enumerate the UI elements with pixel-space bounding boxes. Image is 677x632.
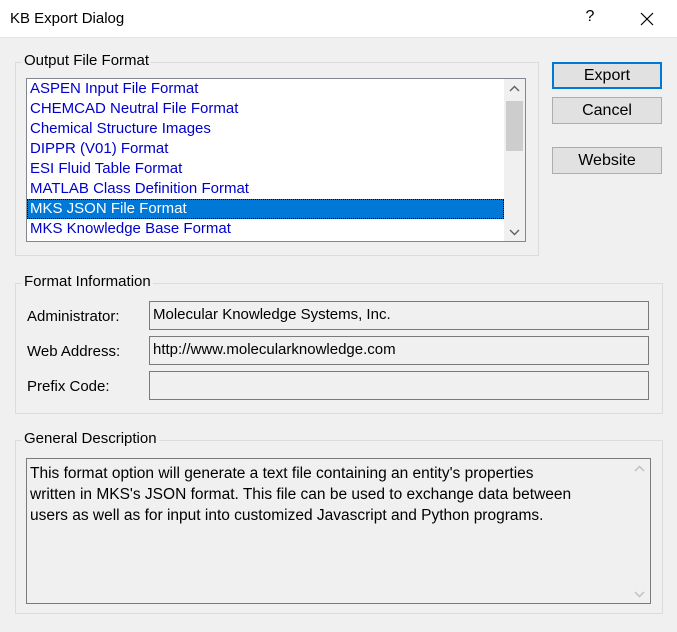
format-list-item[interactable]: CHEMCAD Neutral File Format [27,99,504,119]
chevron-up-icon [634,465,645,471]
format-list-item[interactable]: Chemical Structure Images [27,119,504,139]
description-scrollbar[interactable] [629,459,650,603]
format-info-group-label: Format Information [22,273,153,290]
prefix-code-label: Prefix Code: [27,378,110,395]
chevron-up-icon [509,85,520,91]
window-title: KB Export Dialog [10,10,125,27]
description-scroll-down-button[interactable] [629,585,650,603]
description-text: This format option will generate a text … [30,465,572,524]
scroll-thumb[interactable] [506,101,523,151]
format-list-item[interactable]: ESI Fluid Table Format [27,159,504,179]
help-button[interactable]: ? [583,8,597,26]
format-list-item[interactable]: MKS Knowledge Base Format [27,219,504,239]
description-textbox[interactable]: This format option will generate a text … [26,458,651,604]
format-list-scrollbar[interactable] [504,79,525,241]
format-list: ASPEN Input File Format CHEMCAD Neutral F… [27,79,504,239]
website-button[interactable]: Website [552,147,662,174]
format-list-item[interactable]: ASPEN Input File Format [27,79,504,99]
close-button[interactable] [633,5,661,33]
format-list-item[interactable]: MATLAB Class Definition Format [27,179,504,199]
administrator-field: Molecular Knowledge Systems, Inc. [149,301,649,330]
close-icon [640,12,654,26]
export-button[interactable]: Export [552,62,662,89]
web-address-label: Web Address: [27,343,121,360]
title-bar: KB Export Dialog ? [0,0,677,38]
cancel-button[interactable]: Cancel [552,97,662,124]
chevron-down-icon [634,591,645,597]
format-list-item[interactable]: DIPPR (V01) Format [27,139,504,159]
output-format-group-label: Output File Format [22,52,152,69]
description-scroll-up-button[interactable] [629,459,650,477]
chevron-down-icon [509,229,520,235]
format-list-item[interactable]: MKS JSON File Format [27,199,504,219]
web-address-field: http://www.molecularknowledge.com [149,336,649,365]
administrator-label: Administrator: [27,308,120,325]
prefix-code-field [149,371,649,400]
format-listbox[interactable]: ASPEN Input File Format CHEMCAD Neutral F… [26,78,526,242]
scroll-up-button[interactable] [504,79,525,97]
general-description-group-label: General Description [22,430,159,447]
scroll-down-button[interactable] [504,223,525,241]
